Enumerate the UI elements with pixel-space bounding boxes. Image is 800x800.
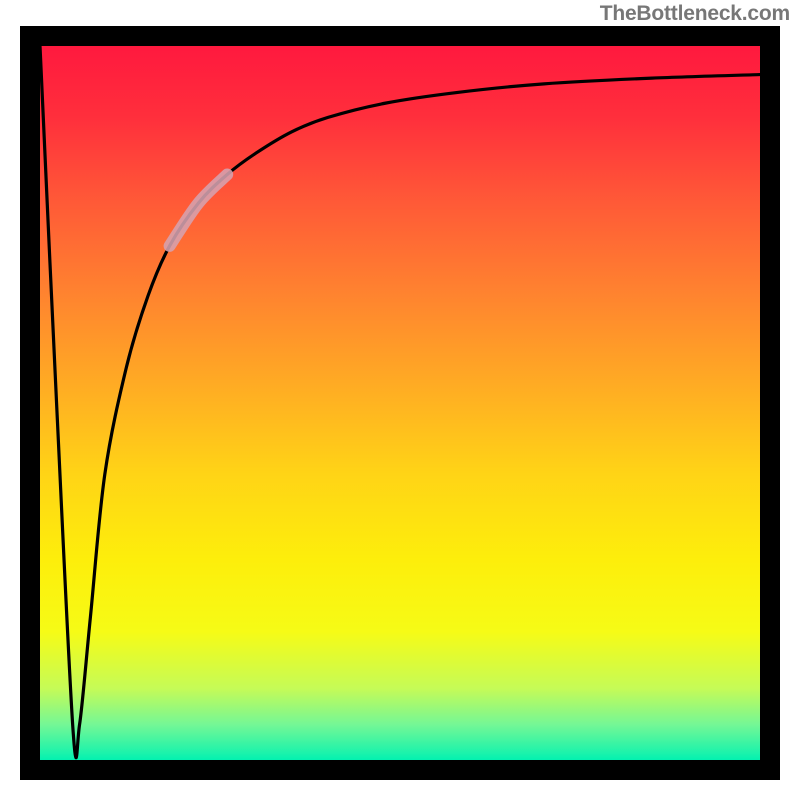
chart-wrapper: TheBottleneck.com [0, 0, 800, 800]
plot-area [40, 46, 760, 760]
curve-svg [40, 46, 760, 760]
curve-highlight [170, 175, 228, 246]
plot-frame [20, 26, 780, 780]
attribution-label: TheBottleneck.com [600, 2, 790, 26]
curve-path [40, 46, 760, 758]
